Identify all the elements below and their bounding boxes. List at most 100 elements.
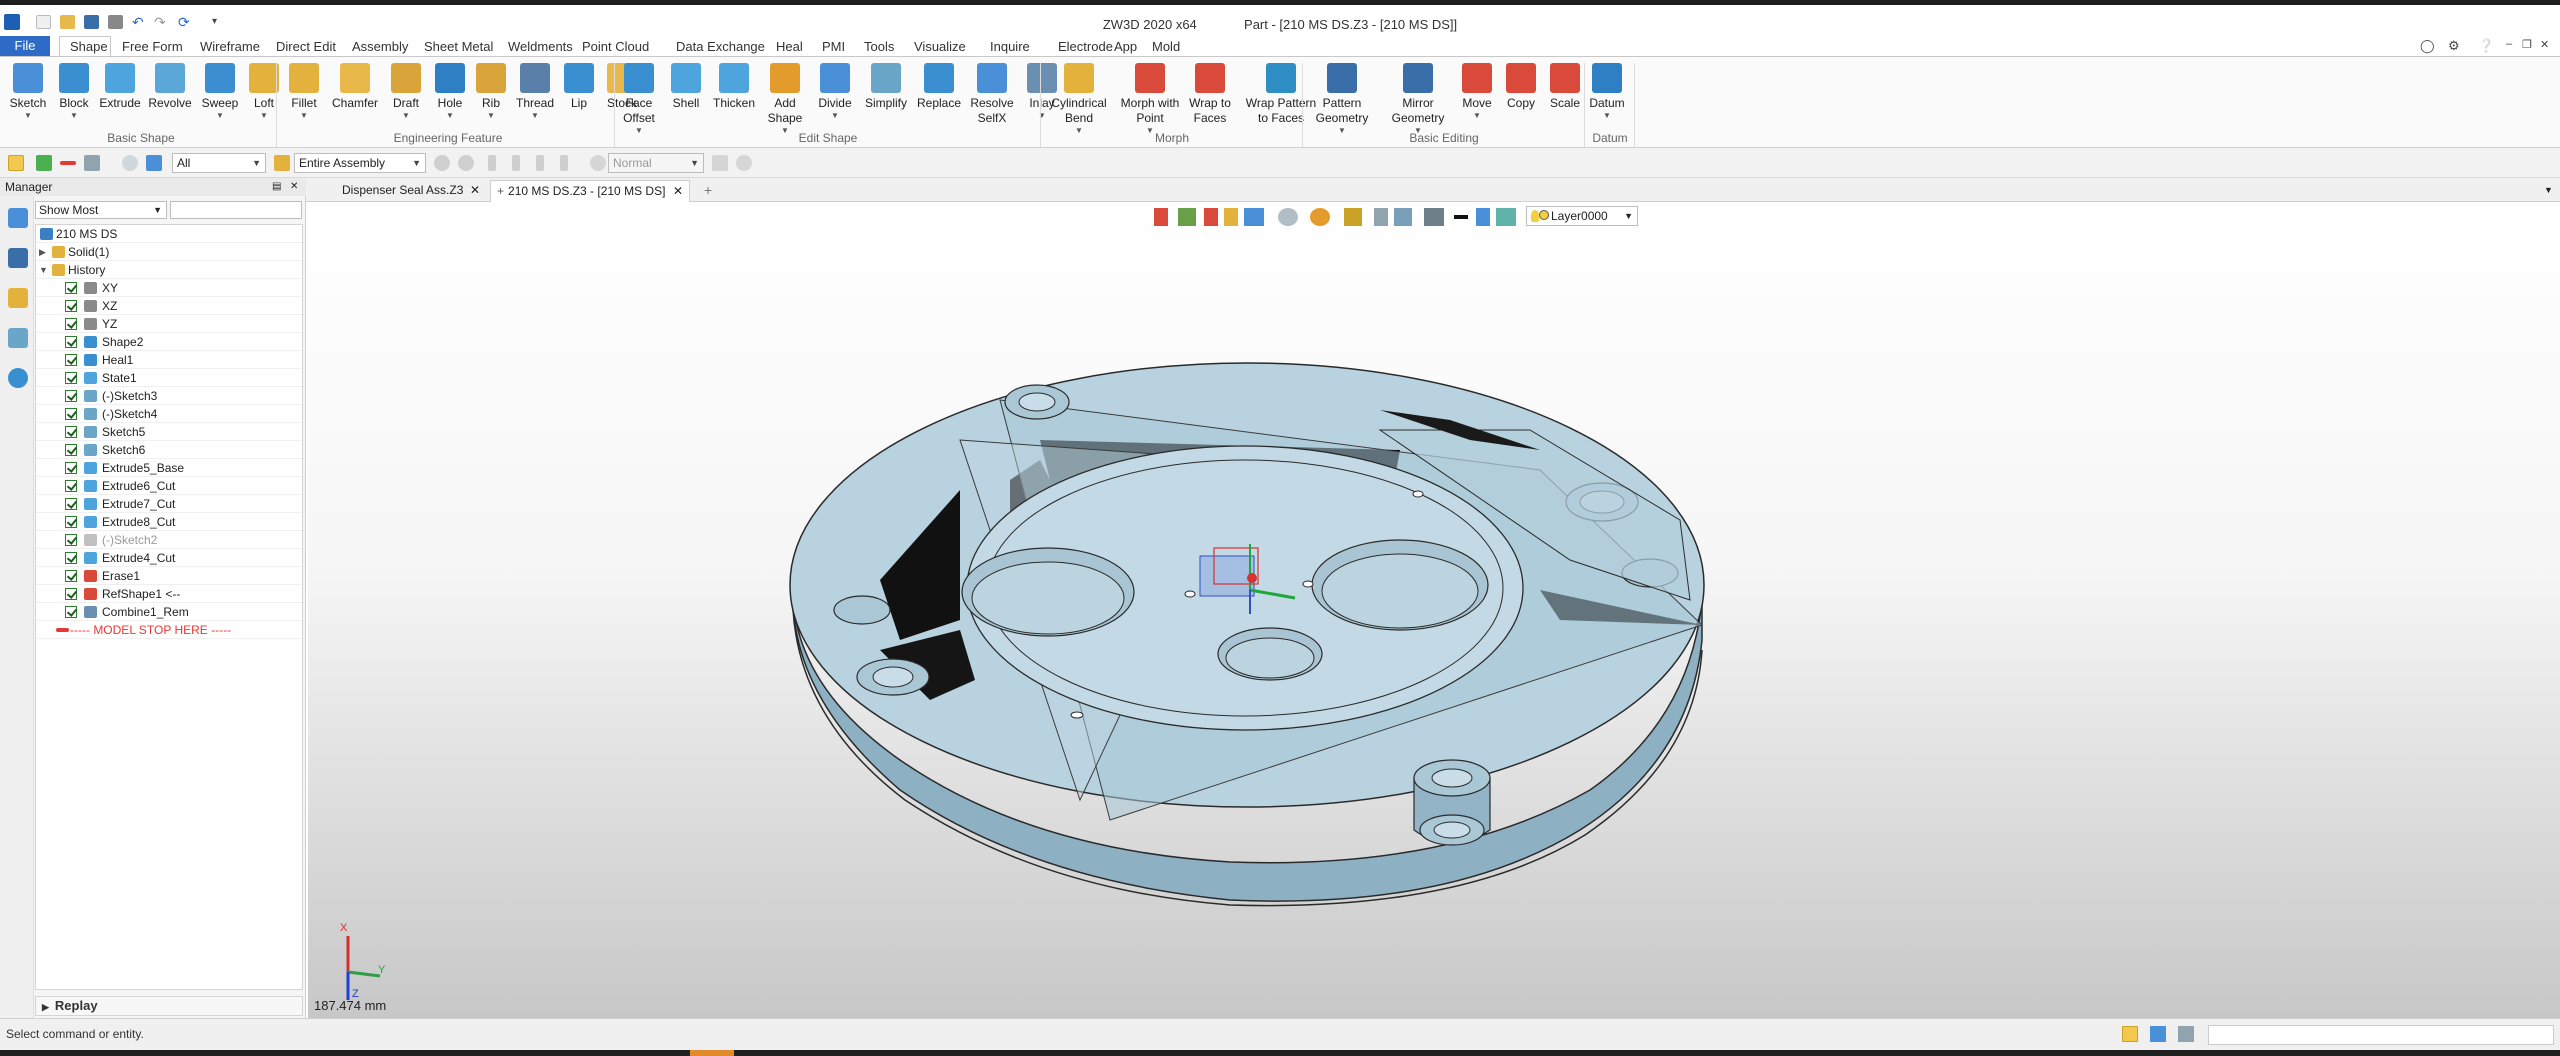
tree-item[interactable]: Extrude5_Base <box>36 459 302 477</box>
visibility-checkbox[interactable] <box>65 444 77 456</box>
menu-assembly[interactable]: Assembly <box>352 38 408 56</box>
visibility-checkbox[interactable] <box>65 390 77 402</box>
tree-item[interactable]: ----- MODEL STOP HERE ----- <box>36 621 302 639</box>
add-shape-button[interactable]: Add Shape ▼ <box>760 63 810 136</box>
menu-mold[interactable]: Mold <box>1152 38 1180 56</box>
tree-item[interactable]: Sketch6 <box>36 441 302 459</box>
face-offset-button[interactable]: Face Offset ▼ <box>616 63 662 136</box>
help-ring-icon[interactable]: ◯ <box>2420 38 2435 54</box>
close-icon[interactable]: ✕ <box>290 178 298 196</box>
user-icon[interactable] <box>8 368 28 388</box>
tree-item[interactable]: ▶ Solid(1) <box>36 243 302 261</box>
menu-weldments[interactable]: Weldments <box>508 38 573 56</box>
sweep-button[interactable]: Sweep ▼ <box>198 63 242 121</box>
close-tab-icon[interactable]: ✕ <box>673 181 683 202</box>
divide-button[interactable]: Divide ▼ <box>812 63 858 121</box>
mirror-geometry-button[interactable]: Mirror Geometry ▼ <box>1382 63 1454 136</box>
restore-doc-icon[interactable]: ❐ <box>2522 38 2532 51</box>
visibility-checkbox[interactable] <box>65 408 77 420</box>
menu-visualize[interactable]: Visualize <box>914 38 966 56</box>
visibility-checkbox[interactable] <box>65 534 77 546</box>
menu-heal[interactable]: Heal <box>776 38 803 56</box>
dropdown-arrow-icon[interactable]: ▼ <box>6 111 50 121</box>
visibility-checkbox[interactable] <box>65 426 77 438</box>
filter-options-icon[interactable] <box>84 155 100 171</box>
scope-select[interactable]: Entire Assembly ▼ <box>294 153 426 173</box>
display-mode-icon[interactable] <box>2122 1026 2138 1042</box>
menu-wireframe[interactable]: Wireframe <box>200 38 260 56</box>
fillet-button[interactable]: Fillet ▼ <box>282 63 326 121</box>
menu-inquire[interactable]: Inquire <box>990 38 1030 56</box>
tree-item[interactable]: Extrude8_Cut <box>36 513 302 531</box>
command-input[interactable] <box>2208 1025 2554 1045</box>
select-set-icon[interactable] <box>146 155 162 171</box>
pattern-geometry-button[interactable]: Pattern Geometry ▼ <box>1304 63 1380 136</box>
thicken-button[interactable]: Thicken <box>710 63 758 111</box>
extrude-button[interactable]: Extrude <box>98 63 142 111</box>
menu-data-exchange[interactable]: Data Exchange <box>676 38 765 56</box>
menu-free-form[interactable]: Free Form <box>122 38 183 56</box>
rib-button[interactable]: Rib ▼ <box>472 63 510 121</box>
visibility-checkbox[interactable] <box>65 462 77 474</box>
menu-shape[interactable]: Shape <box>70 38 108 56</box>
wrap-to-faces-button[interactable]: Wrap to Faces <box>1184 63 1236 126</box>
menu-pmi[interactable]: PMI <box>822 38 845 56</box>
visibility-checkbox[interactable] <box>65 498 77 510</box>
dropdown-arrow-icon[interactable]: ▼ <box>1586 111 1628 121</box>
replace-button[interactable]: Replace <box>914 63 964 111</box>
replay-button[interactable]: ▶ Replay <box>35 996 303 1016</box>
simplify-button[interactable]: Simplify <box>860 63 912 111</box>
dropdown-arrow-icon[interactable]: ▼ <box>1456 111 1498 121</box>
dropdown-arrow-icon[interactable]: ▼ <box>244 111 284 121</box>
visibility-checkbox[interactable] <box>65 354 77 366</box>
menu-sheet-metal[interactable]: Sheet Metal <box>424 38 493 56</box>
tab-dispenser-seal-ass[interactable]: Dispenser Seal Ass.Z3 ✕ <box>336 180 486 202</box>
tree-item[interactable]: 210 MS DS <box>36 225 302 243</box>
tree-item[interactable]: YZ <box>36 315 302 333</box>
visibility-checkbox[interactable] <box>65 516 77 528</box>
dropdown-arrow-icon[interactable]: ▼ <box>812 111 858 121</box>
hex-filter-icon[interactable] <box>122 155 138 171</box>
dropdown-arrow-icon[interactable]: ▼ <box>384 111 428 121</box>
visibility-checkbox[interactable] <box>65 372 77 384</box>
tree-item[interactable]: XY <box>36 279 302 297</box>
datum-button[interactable]: Datum ▼ <box>1586 63 1628 121</box>
resolve-selfx-button[interactable]: Resolve SelfX <box>966 63 1018 126</box>
shell-button[interactable]: Shell <box>664 63 708 111</box>
settings-icon[interactable]: ⚙ <box>2448 38 2460 54</box>
view-manager-icon[interactable] <box>8 328 28 348</box>
tree-item[interactable]: (-)Sketch2 <box>36 531 302 549</box>
copy-button[interactable]: Copy <box>1500 63 1542 111</box>
dropdown-arrow-icon[interactable]: ▼ <box>430 111 470 121</box>
taskbar-app[interactable] <box>690 1050 734 1056</box>
filter-select[interactable]: All ▼ <box>172 153 266 173</box>
new-tab-button[interactable]: + <box>698 180 718 202</box>
manager-filter-select[interactable]: Show Most ▼ <box>35 201 167 219</box>
visibility-checkbox[interactable] <box>65 318 77 330</box>
visibility-checkbox[interactable] <box>65 300 77 312</box>
part-library-icon[interactable] <box>8 288 28 308</box>
tree-item[interactable]: Sketch5 <box>36 423 302 441</box>
dropdown-arrow-icon[interactable]: ▼ <box>472 111 510 121</box>
loft-button[interactable]: Loft ▼ <box>244 63 284 121</box>
dropdown-arrow-icon[interactable]: ▼ <box>282 111 326 121</box>
scale-button[interactable]: Scale <box>1544 63 1586 111</box>
visibility-checkbox[interactable] <box>65 282 77 294</box>
tree-item[interactable]: State1 <box>36 369 302 387</box>
remove-filter-icon[interactable] <box>60 161 76 165</box>
tab-list-icon[interactable]: ▼ <box>2538 180 2554 202</box>
revolve-button[interactable]: Revolve <box>144 63 196 111</box>
part-model[interactable] <box>308 202 2560 1018</box>
pin-icon[interactable]: ▤ <box>272 178 281 196</box>
menu-tools[interactable]: Tools <box>864 38 894 56</box>
grid-icon[interactable] <box>2178 1026 2194 1042</box>
graphics-viewport[interactable]: Layer0000 ▼ X Y Z 187.474 mm <box>308 202 2560 1018</box>
dropdown-arrow-icon[interactable]: ▼ <box>198 111 242 121</box>
expander-icon[interactable]: ▶ <box>39 243 46 261</box>
tree-item[interactable]: Extrude7_Cut <box>36 495 302 513</box>
cylindrical-bend-button[interactable]: Cylindrical Bend ▼ <box>1042 63 1116 136</box>
tree-item[interactable]: Erase1 <box>36 567 302 585</box>
pick-filter-icon[interactable] <box>8 155 24 171</box>
menu-direct-edit[interactable]: Direct Edit <box>276 38 336 56</box>
menu-electrode[interactable]: Electrode <box>1058 38 1113 56</box>
